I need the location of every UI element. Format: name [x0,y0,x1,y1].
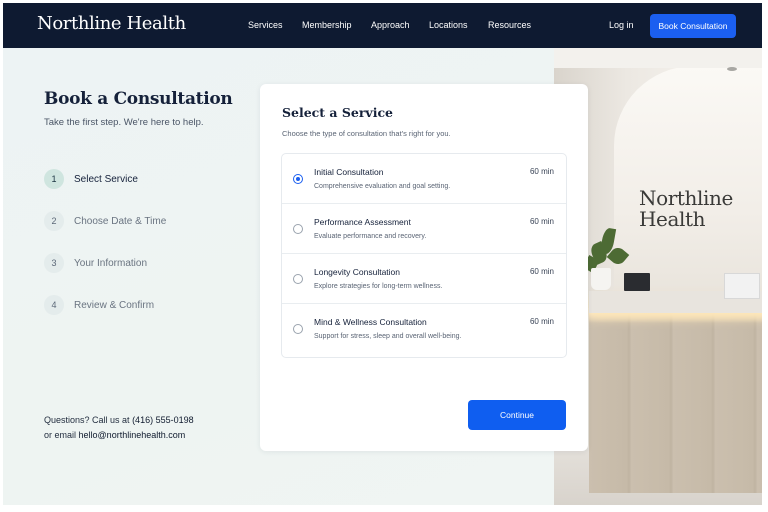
card-title: Select a Service [282,105,394,120]
card-subtitle: Choose the type of consultation that's r… [282,129,451,138]
step-number: 3 [44,253,64,273]
option-description: Support for stress, sleep and overall we… [314,333,462,340]
step-label: Review & Confirm [74,299,155,311]
ceiling-light-icon [727,67,737,71]
service-option-mind-wellness-consultation[interactable]: Mind & Wellness Consultation Support for… [282,304,566,354]
step-label: Choose Date & Time [74,215,167,227]
service-selection-card: Select a Service Choose the type of cons… [260,84,588,451]
contact-email-line: or email hello@northlinehealth.com [44,430,185,440]
continue-button[interactable]: Continue [468,400,566,430]
option-duration: 60 min [529,217,554,226]
service-options-list: Initial Consultation Comprehensive evalu… [281,153,567,358]
page-frame: Northline Health Services Membership App… [3,3,762,505]
nav-link-membership[interactable]: Membership [302,20,352,30]
option-duration: 60 min [529,267,554,276]
step-review-confirm[interactable]: 4 Review & Confirm [44,295,154,315]
book-consultation-button[interactable]: Book Consultation [650,14,736,38]
step-number: 4 [44,295,64,315]
email-link[interactable]: hello@northlinehealth.com [79,430,186,440]
radio-icon[interactable] [293,324,303,334]
top-nav: Northline Health Services Membership App… [3,3,762,48]
login-link[interactable]: Log in [609,20,634,30]
step-your-information[interactable]: 3 Your Information [44,253,147,273]
nav-link-services[interactable]: Services [248,20,283,30]
option-description: Explore strategies for long-term wellnes… [314,283,443,290]
desk-glow [589,313,762,323]
wall-sign-line: Health [639,207,706,231]
display-icon [724,273,760,299]
brand-logo[interactable]: Northline Health [37,13,186,34]
step-label: Your Information [74,257,148,269]
option-description: Evaluate performance and recovery. [314,233,427,240]
option-description: Comprehensive evaluation and goal settin… [314,183,451,190]
step-select-service[interactable]: 1 Select Service [44,169,138,189]
option-name: Performance Assessment [314,217,411,227]
step-number: 1 [44,169,64,189]
nav-link-resources[interactable]: Resources [488,20,531,30]
plant-pot [591,268,611,290]
option-duration: 60 min [529,167,554,176]
wall-sign-line: Northline [639,186,733,210]
step-label: Select Service [74,173,138,185]
monitor-icon [624,273,650,291]
nav-link-locations[interactable]: Locations [429,20,468,30]
option-name: Initial Consultation [314,167,384,177]
radio-icon[interactable] [293,224,303,234]
service-option-initial-consultation[interactable]: Initial Consultation Comprehensive evalu… [282,154,566,204]
photo-ceiling [554,48,762,68]
step-number: 2 [44,211,64,231]
nav-link-approach[interactable]: Approach [371,20,410,30]
service-option-longevity-consultation[interactable]: Longevity Consultation Explore strategie… [282,254,566,304]
radio-icon[interactable] [293,274,303,284]
wall-sign: Northline Health [639,188,733,230]
service-option-performance-assessment[interactable]: Performance Assessment Evaluate performa… [282,204,566,254]
phone-number-link[interactable]: (416) 555-0198 [132,415,194,425]
option-name: Longevity Consultation [314,267,401,277]
contact-phone-line: Questions? Call us at (416) 555-0198 [44,415,194,425]
step-choose-date-time[interactable]: 2 Choose Date & Time [44,211,166,231]
reception-desk [589,313,762,493]
page-title: Book a Consultation [44,89,233,109]
option-duration: 60 min [529,317,554,326]
email-prefix: or email [44,430,77,440]
page-subtitle: Take the first step. We're here to help. [44,117,204,128]
radio-selected-icon[interactable] [293,174,303,184]
phone-prefix: Questions? Call us at [44,415,130,425]
option-name: Mind & Wellness Consultation [314,317,427,327]
